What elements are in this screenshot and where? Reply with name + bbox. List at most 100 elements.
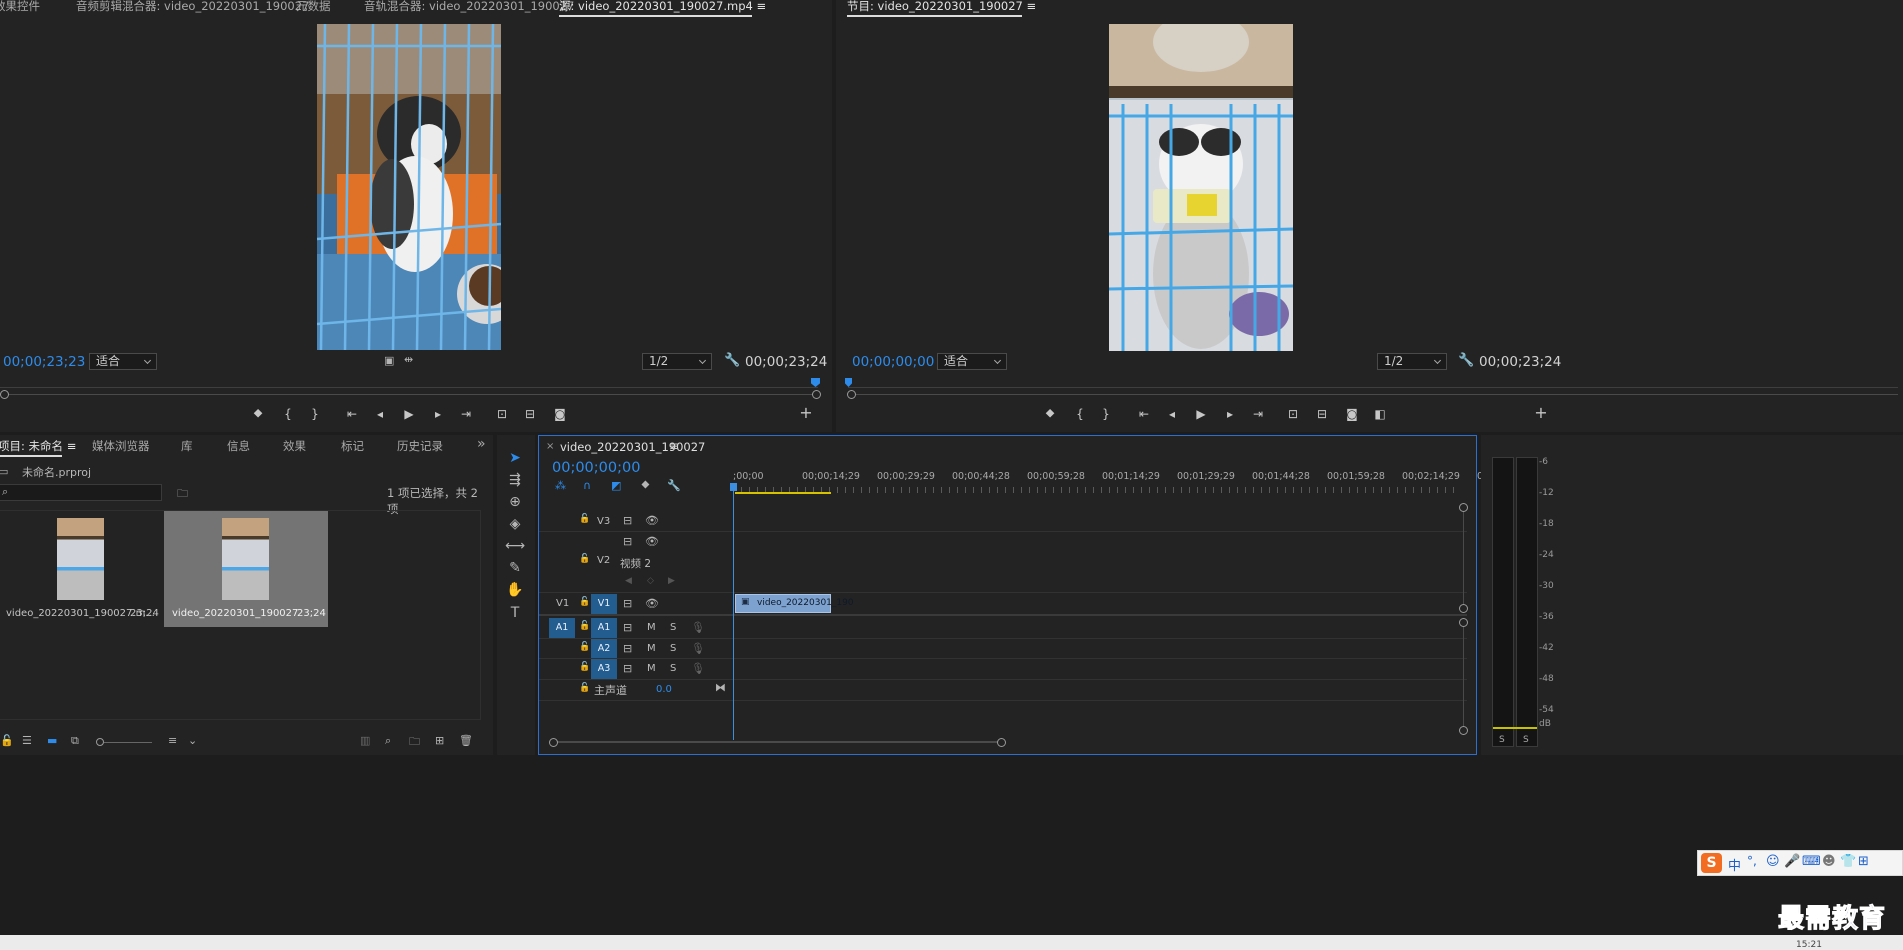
timeline-timecode[interactable]: 00;00;00;00 bbox=[552, 460, 640, 476]
source-zoom-bar[interactable] bbox=[4, 394, 817, 395]
user-icon[interactable]: ☻ bbox=[1822, 854, 1836, 869]
source-zoom-handle-left[interactable] bbox=[0, 390, 9, 399]
program-go-to-out-button[interactable]: ⇥ bbox=[1248, 406, 1268, 422]
lock-track-icon[interactable]: 🔓 bbox=[579, 597, 590, 607]
lock-track-icon[interactable]: 🔓 bbox=[579, 554, 590, 564]
program-time-ruler[interactable] bbox=[848, 387, 1898, 388]
tab-effects[interactable]: 效果 bbox=[283, 438, 306, 454]
master-volume-value[interactable]: 0.0 bbox=[656, 684, 672, 695]
meter-solo-button[interactable]: S bbox=[1499, 735, 1505, 745]
lock-track-icon[interactable]: 🔓 bbox=[579, 514, 590, 524]
tab-markers[interactable]: 标记 bbox=[341, 438, 364, 454]
find-icon[interactable]: ⌕ bbox=[385, 734, 391, 748]
go-to-edit-point-icon[interactable]: ⧓ bbox=[715, 681, 726, 694]
mute-button[interactable]: M bbox=[647, 643, 656, 654]
program-go-to-in-button[interactable]: ⇤ bbox=[1134, 406, 1154, 422]
sequence-tab[interactable]: video_20220301_190027 bbox=[560, 440, 705, 454]
sync-lock-icon[interactable]: ⊟ bbox=[623, 621, 632, 634]
insert-button[interactable]: ⊡ bbox=[492, 406, 512, 422]
program-video-frame[interactable] bbox=[1109, 24, 1293, 351]
timeline-zoom-bar[interactable] bbox=[556, 741, 1002, 743]
add-marker-button[interactable]: ⯁ bbox=[248, 406, 268, 422]
mark-out-button[interactable]: } bbox=[305, 406, 325, 422]
tab-history[interactable]: 历史记录 bbox=[397, 438, 443, 454]
sort-icon[interactable]: ≡ bbox=[168, 734, 177, 747]
snap-icon[interactable]: ⁂ bbox=[555, 479, 566, 492]
new-search-bin-icon[interactable]: 🗀 bbox=[177, 485, 188, 504]
program-mark-in-button[interactable]: { bbox=[1070, 406, 1090, 422]
zoom-slider-handle[interactable] bbox=[96, 738, 104, 746]
scroll-handle[interactable] bbox=[1459, 503, 1468, 512]
razor-tool-icon[interactable]: ◈ bbox=[505, 514, 525, 534]
program-play-button[interactable]: ▶ bbox=[1191, 406, 1211, 422]
new-bin-icon[interactable]: 🗀 bbox=[409, 733, 420, 752]
program-fit-dropdown[interactable]: 适合 bbox=[937, 353, 1007, 370]
tab-media-browser[interactable]: 媒体浏览器 bbox=[92, 438, 150, 454]
mute-button[interactable]: M bbox=[647, 663, 656, 674]
ripple-edit-tool-icon[interactable]: ⊕ bbox=[505, 492, 525, 512]
scroll-handle[interactable] bbox=[1459, 618, 1468, 627]
voiceover-mic-icon[interactable]: 🎙 bbox=[691, 662, 705, 675]
program-resolution-dropdown[interactable]: 1/2 bbox=[1377, 353, 1447, 370]
tab-metadata[interactable]: 元数据 bbox=[296, 0, 331, 14]
solo-button[interactable]: S bbox=[670, 622, 676, 633]
source-time-ruler[interactable] bbox=[0, 387, 818, 388]
emoji-icon[interactable]: ☺ bbox=[1766, 854, 1780, 869]
program-add-marker-button[interactable]: ⯁ bbox=[1040, 406, 1060, 422]
sync-lock-icon[interactable]: ⊟ bbox=[623, 642, 632, 655]
program-step-forward-button[interactable]: ▸ bbox=[1220, 406, 1240, 422]
selection-tool-icon[interactable]: ➤ bbox=[505, 448, 525, 468]
hand-tool-icon[interactable]: ✋ bbox=[505, 580, 525, 600]
export-frame-camera-icon[interactable]: ◙ bbox=[550, 406, 570, 422]
step-forward-button[interactable]: ▸ bbox=[428, 406, 448, 422]
source-settings-wrench-icon[interactable]: 🔧 bbox=[724, 353, 740, 368]
microphone-icon[interactable]: 🎤 bbox=[1784, 854, 1800, 869]
linked-selection-icon[interactable]: ◩ bbox=[611, 479, 621, 492]
scroll-handle[interactable] bbox=[1459, 726, 1468, 735]
program-zoom-bar[interactable] bbox=[852, 394, 1898, 395]
icon-view-icon[interactable]: ▬ bbox=[47, 734, 57, 747]
ime-punct-toggle[interactable]: °, bbox=[1747, 854, 1757, 868]
tab-source[interactable]: 源: video_20220301_190027.mp4 ≡ bbox=[559, 0, 766, 17]
timeline-zoom-handle-right[interactable] bbox=[997, 738, 1006, 747]
trash-icon[interactable]: 🗑 bbox=[459, 734, 473, 747]
program-zoom-handle-left[interactable] bbox=[847, 390, 856, 399]
lock-track-icon[interactable]: 🔓 bbox=[579, 642, 590, 652]
track-target-a2[interactable]: A2 bbox=[591, 639, 617, 659]
pen-tool-icon[interactable]: ✎ bbox=[505, 558, 525, 578]
play-button[interactable]: ▶ bbox=[399, 406, 419, 422]
source-fit-dropdown[interactable]: 适合 bbox=[89, 353, 157, 370]
work-area-bar[interactable] bbox=[735, 492, 831, 494]
video-tracks-scrollbar[interactable] bbox=[1463, 507, 1464, 608]
type-tool-icon[interactable]: T bbox=[505, 603, 525, 623]
magnet-link-icon[interactable]: ∩ bbox=[583, 479, 591, 492]
lock-track-icon[interactable]: 🔓 bbox=[579, 683, 590, 693]
lock-track-icon[interactable]: 🔓 bbox=[579, 662, 590, 672]
track-target-v1[interactable]: V1 bbox=[591, 594, 617, 614]
timeline-close-icon[interactable]: × bbox=[546, 441, 554, 452]
program-export-frame-camera-icon[interactable]: ◙ bbox=[1342, 406, 1362, 422]
source-patch-v1[interactable]: V1 bbox=[556, 598, 569, 609]
tab-audio-clip-mixer[interactable]: 音频剪辑混合器: video_20220301_190027 bbox=[76, 0, 309, 14]
keyboard-icon[interactable]: ⌨ bbox=[1802, 854, 1821, 869]
mark-in-button[interactable]: { bbox=[278, 406, 298, 422]
sync-lock-icon[interactable]: ⊟ bbox=[623, 514, 632, 527]
step-back-button[interactable]: ◂ bbox=[370, 406, 390, 422]
eye-icon[interactable]: 👁 bbox=[645, 535, 659, 548]
project-search-input[interactable] bbox=[0, 484, 162, 501]
program-add-button[interactable]: + bbox=[1531, 405, 1551, 421]
source-playhead-marker[interactable] bbox=[811, 378, 820, 387]
source-resolution-dropdown[interactable]: 1/2 bbox=[642, 353, 712, 370]
overwrite-button[interactable]: ⊟ bbox=[520, 406, 540, 422]
lock-icon[interactable]: 🔓 bbox=[0, 734, 14, 747]
tab-audio-track-mixer[interactable]: 音轨混合器: video_20220301_190027 bbox=[364, 0, 574, 14]
source-add-button[interactable]: + bbox=[796, 405, 816, 421]
voiceover-mic-icon[interactable]: 🎙 bbox=[691, 621, 705, 634]
program-settings-wrench-icon[interactable]: 🔧 bbox=[1458, 353, 1474, 368]
timeline-menu-icon[interactable]: ≡ bbox=[669, 439, 679, 453]
eye-icon[interactable]: 👁 bbox=[645, 597, 659, 610]
voiceover-mic-icon[interactable]: 🎙 bbox=[691, 642, 705, 655]
drag-audio-icon[interactable]: ⇹ bbox=[404, 353, 413, 366]
sort-chevron-icon[interactable]: ⌄ bbox=[188, 734, 197, 747]
tab-libraries[interactable]: 库 bbox=[181, 438, 193, 454]
